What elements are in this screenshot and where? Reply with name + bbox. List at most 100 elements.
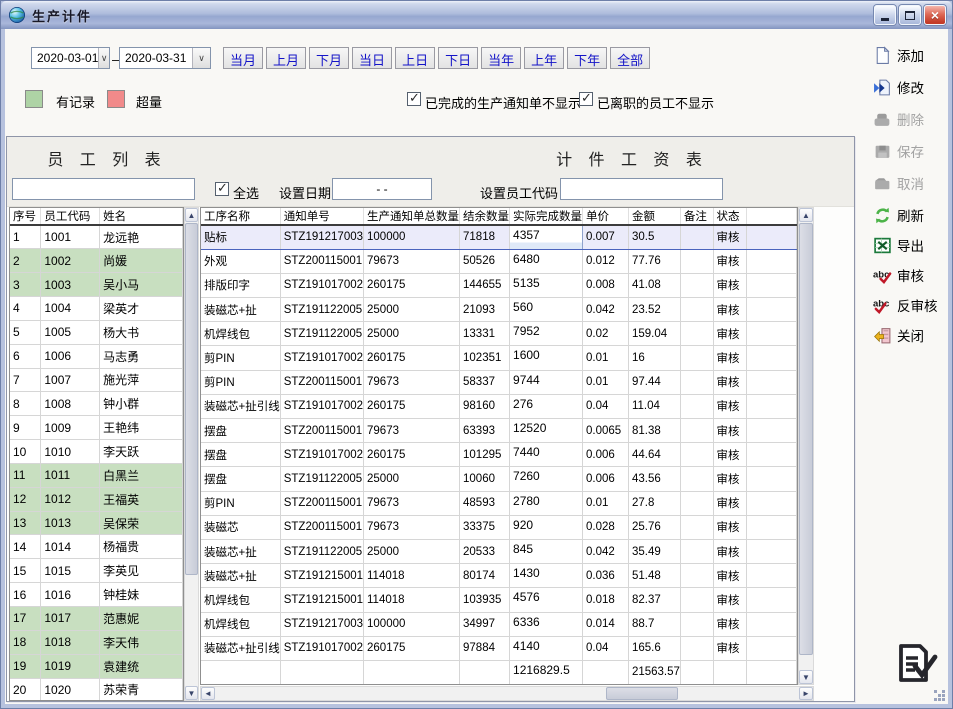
sidebar-button-refresh[interactable]: 刷新 <box>873 203 953 227</box>
piecework-row[interactable]: 剪PINSTZ200115001796735833797440.0197.44审… <box>201 370 797 394</box>
piecework-row[interactable]: 剪PINSTZ19101700226017510235116000.0116审核 <box>201 346 797 370</box>
scroll-down-icon[interactable]: ▼ <box>185 686 198 700</box>
employee-row[interactable]: 61006马志勇 <box>10 344 183 368</box>
set-employee-code-input[interactable] <box>560 178 723 200</box>
piecework-row[interactable]: 装磁芯STZ20011500179673333759200.02825.76审核 <box>201 515 797 539</box>
date-to-combo[interactable]: 2020-03-31 <box>119 47 211 69</box>
actual-qty-cell[interactable]: 920 <box>510 515 583 539</box>
resize-grip-icon[interactable] <box>934 690 946 702</box>
employee-search-input[interactable] <box>12 178 195 200</box>
actual-qty-cell[interactable]: 2780 <box>510 491 583 515</box>
actual-qty-cell[interactable]: 7260 <box>510 467 583 491</box>
set-date-input[interactable] <box>332 178 432 200</box>
employee-row[interactable]: 191019袁建统 <box>10 654 183 678</box>
actual-qty-cell[interactable]: 560 <box>510 298 583 322</box>
employee-row[interactable]: 101010李天跃 <box>10 440 183 464</box>
employee-row[interactable]: 161016钟桂妹 <box>10 583 183 607</box>
piecework-row[interactable]: 机焊线包STZ19121500111401810393545760.01882.… <box>201 588 797 612</box>
quick-date-button[interactable]: 下年 <box>567 47 607 69</box>
employee-row[interactable]: 41004梁英才 <box>10 297 183 321</box>
maximize-button[interactable] <box>899 5 921 25</box>
piecework-row[interactable]: 摆盘STZ19101700226017510129574400.00644.64… <box>201 443 797 467</box>
piecework-row[interactable]: 外观STZ200115001796735052664800.01277.76审核 <box>201 249 797 273</box>
chevron-down-icon[interactable] <box>192 48 210 68</box>
employee-scrollbar[interactable]: ▲ ▼ <box>184 207 199 701</box>
employee-row[interactable]: 131013吴保荣 <box>10 511 183 535</box>
date-from-combo[interactable]: 2020-03-01 <box>31 47 110 69</box>
scroll-left-icon[interactable]: ◄ <box>201 687 215 700</box>
hide-resigned-checkbox[interactable] <box>579 92 593 106</box>
actual-qty-cell[interactable]: 4576 <box>510 588 583 612</box>
employee-row[interactable]: 21002尚媛 <box>10 249 183 273</box>
actual-qty-cell[interactable]: 4357 <box>510 225 583 249</box>
employee-row[interactable]: 11001龙远艳 <box>10 225 183 249</box>
employee-row[interactable]: 181018李天伟 <box>10 630 183 654</box>
piecework-row[interactable]: 贴标STZ1912170031000007181843570.00730.5审核 <box>201 225 797 249</box>
actual-qty-cell[interactable]: 5135 <box>510 273 583 297</box>
quick-date-button[interactable]: 下日 <box>438 47 478 69</box>
quick-date-button[interactable]: 上月 <box>266 47 306 69</box>
scroll-right-icon[interactable]: ► <box>799 687 813 700</box>
sidebar-button-export-excel[interactable]: 导出 <box>873 233 953 257</box>
piecework-row[interactable]: 装磁芯+扯STZ1912150011140188017414300.03651.… <box>201 564 797 588</box>
piecework-row[interactable]: 摆盘STZ191122005250001006072600.00643.56审核 <box>201 467 797 491</box>
scroll-down-icon[interactable]: ▼ <box>799 670 813 684</box>
piecework-row[interactable]: 装磁芯+扯引线STZ1910170022601759788441400.0416… <box>201 636 797 660</box>
quick-date-button[interactable]: 下月 <box>309 47 349 69</box>
sidebar-button-audit[interactable]: abc审核 <box>873 263 953 287</box>
employee-row[interactable]: 111011白黑兰 <box>10 463 183 487</box>
piecework-vscroll-thumb[interactable] <box>799 223 813 655</box>
actual-qty-cell[interactable]: 1600 <box>510 346 583 370</box>
minimize-button[interactable] <box>874 5 896 25</box>
quick-date-button[interactable]: 上年 <box>524 47 564 69</box>
employee-row[interactable]: 141014杨福贵 <box>10 535 183 559</box>
employee-row[interactable]: 81008钟小群 <box>10 392 183 416</box>
hide-completed-checkbox[interactable] <box>407 92 421 106</box>
employee-row[interactable]: 51005杨大书 <box>10 320 183 344</box>
chevron-down-icon[interactable] <box>98 48 109 68</box>
piecework-row[interactable]: 装磁芯+扯STZ19112200525000210935600.04223.52… <box>201 298 797 322</box>
piecework-row[interactable]: 机焊线包STZ1912170031000003499763360.01488.7… <box>201 612 797 636</box>
select-all-checkbox[interactable] <box>215 182 229 196</box>
piecework-row[interactable]: 装磁芯+扯引线STZ191017002260175981602760.0411.… <box>201 394 797 418</box>
employee-row[interactable]: 151015李英见 <box>10 559 183 583</box>
actual-qty-cell[interactable]: 7952 <box>510 322 583 346</box>
scroll-up-icon[interactable]: ▲ <box>799 208 813 222</box>
actual-qty-cell[interactable]: 7440 <box>510 443 583 467</box>
employee-row[interactable]: 71007施光萍 <box>10 368 183 392</box>
employee-row[interactable]: 31003吴小马 <box>10 273 183 297</box>
actual-qty-cell[interactable]: 12520 <box>510 419 583 443</box>
sidebar-button-add-document[interactable]: 添加 <box>873 43 953 67</box>
actual-qty-cell[interactable]: 9744 <box>510 370 583 394</box>
piecework-vscrollbar[interactable]: ▲ ▼ <box>798 207 814 685</box>
actual-qty-cell[interactable]: 1430 <box>510 564 583 588</box>
quick-date-button[interactable]: 当日 <box>352 47 392 69</box>
piecework-row[interactable]: 摆盘STZ2001150017967363393125200.006581.38… <box>201 419 797 443</box>
quick-date-button[interactable]: 当年 <box>481 47 521 69</box>
quick-date-button[interactable]: 全部 <box>610 47 650 69</box>
employee-row[interactable]: 201020苏荣青 <box>10 678 183 701</box>
actual-qty-cell[interactable]: 4140 <box>510 636 583 660</box>
actual-qty-cell[interactable]: 6480 <box>510 249 583 273</box>
sidebar-button-close-form[interactable]: 关闭 <box>873 323 953 347</box>
quick-date-button[interactable]: 当月 <box>223 47 263 69</box>
piecework-row[interactable]: 装磁芯+扯STZ19112200525000205338450.04235.49… <box>201 539 797 563</box>
piecework-row[interactable]: 剪PINSTZ200115001796734859327800.0127.8审核 <box>201 491 797 515</box>
actual-qty-cell[interactable]: 845 <box>510 539 583 563</box>
amount-cell: 16 <box>628 346 680 370</box>
sidebar-button-modify[interactable]: 修改 <box>873 75 953 99</box>
piecework-row[interactable]: 机焊线包STZ191122005250001333179520.02159.04… <box>201 322 797 346</box>
employee-row[interactable]: 91009王艳纬 <box>10 416 183 440</box>
actual-qty-cell[interactable]: 6336 <box>510 612 583 636</box>
employee-row[interactable]: 171017范惠妮 <box>10 607 183 631</box>
employee-scroll-thumb[interactable] <box>185 223 198 575</box>
actual-qty-cell[interactable]: 276 <box>510 394 583 418</box>
scroll-up-icon[interactable]: ▲ <box>185 208 198 222</box>
piecework-row[interactable]: 排版印字STZ19101700226017514465551350.00841.… <box>201 273 797 297</box>
close-button[interactable]: × <box>924 5 946 25</box>
employee-row[interactable]: 121012王福英 <box>10 487 183 511</box>
quick-date-button[interactable]: 上日 <box>395 47 435 69</box>
sidebar-button-unaudit[interactable]: abc反审核 <box>873 293 953 317</box>
piecework-hscroll-thumb[interactable] <box>606 687 678 700</box>
piecework-hscrollbar[interactable]: ◄ ► <box>200 686 814 701</box>
